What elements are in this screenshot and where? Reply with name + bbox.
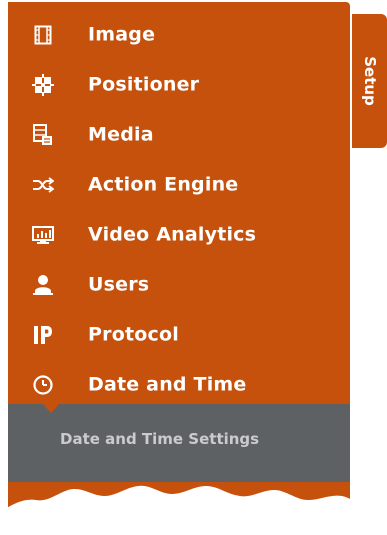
film-icon <box>32 24 54 46</box>
analytics-monitor-icon <box>32 224 54 246</box>
positioner-icon <box>32 74 54 96</box>
setup-tab-label: Setup <box>360 56 379 106</box>
menu-item-label: Action Engine <box>88 173 239 196</box>
menu-item-label: Video Analytics <box>88 223 257 246</box>
menu-item-positioner[interactable]: Positioner <box>8 60 350 110</box>
menu-item-label: Date and Time <box>88 373 247 396</box>
menu-item-label: Users <box>88 273 150 296</box>
display-icon <box>32 504 54 526</box>
menu-item-label: Positioner <box>88 73 200 96</box>
media-icon <box>32 124 54 146</box>
setup-tab[interactable]: Setup <box>352 14 387 148</box>
user-icon <box>32 274 54 296</box>
menu-item-action-engine[interactable]: Action Engine <box>8 160 350 210</box>
submenu-pointer <box>42 403 60 413</box>
menu-item-video-analytics[interactable]: Video Analytics <box>8 210 350 260</box>
menu-item-media[interactable]: Media <box>8 110 350 160</box>
menu-item-image[interactable]: Image <box>8 10 350 60</box>
menu-item-label: Media <box>88 123 154 146</box>
menu-item-label: Image <box>88 23 156 46</box>
ip-icon <box>32 324 54 346</box>
submenu-item-date-and-time-settings[interactable]: Date and Time Settings <box>60 430 259 448</box>
menu-item-users[interactable]: Users <box>8 260 350 310</box>
menu-item-protocol[interactable]: Protocol <box>8 310 350 360</box>
menu-item-label: On-Screen Display <box>88 503 288 526</box>
date-and-time-submenu: Date and Time Settings <box>8 403 350 482</box>
screen: Image Positioner Media Action Engine Vid… <box>0 0 387 535</box>
clock-icon <box>32 374 54 396</box>
menu-item-on-screen-display[interactable]: On-Screen Display <box>8 490 350 535</box>
shuffle-icon <box>32 174 54 196</box>
setup-menu-panel: Image Positioner Media Action Engine Vid… <box>8 2 350 535</box>
menu-item-label: Protocol <box>88 323 179 346</box>
